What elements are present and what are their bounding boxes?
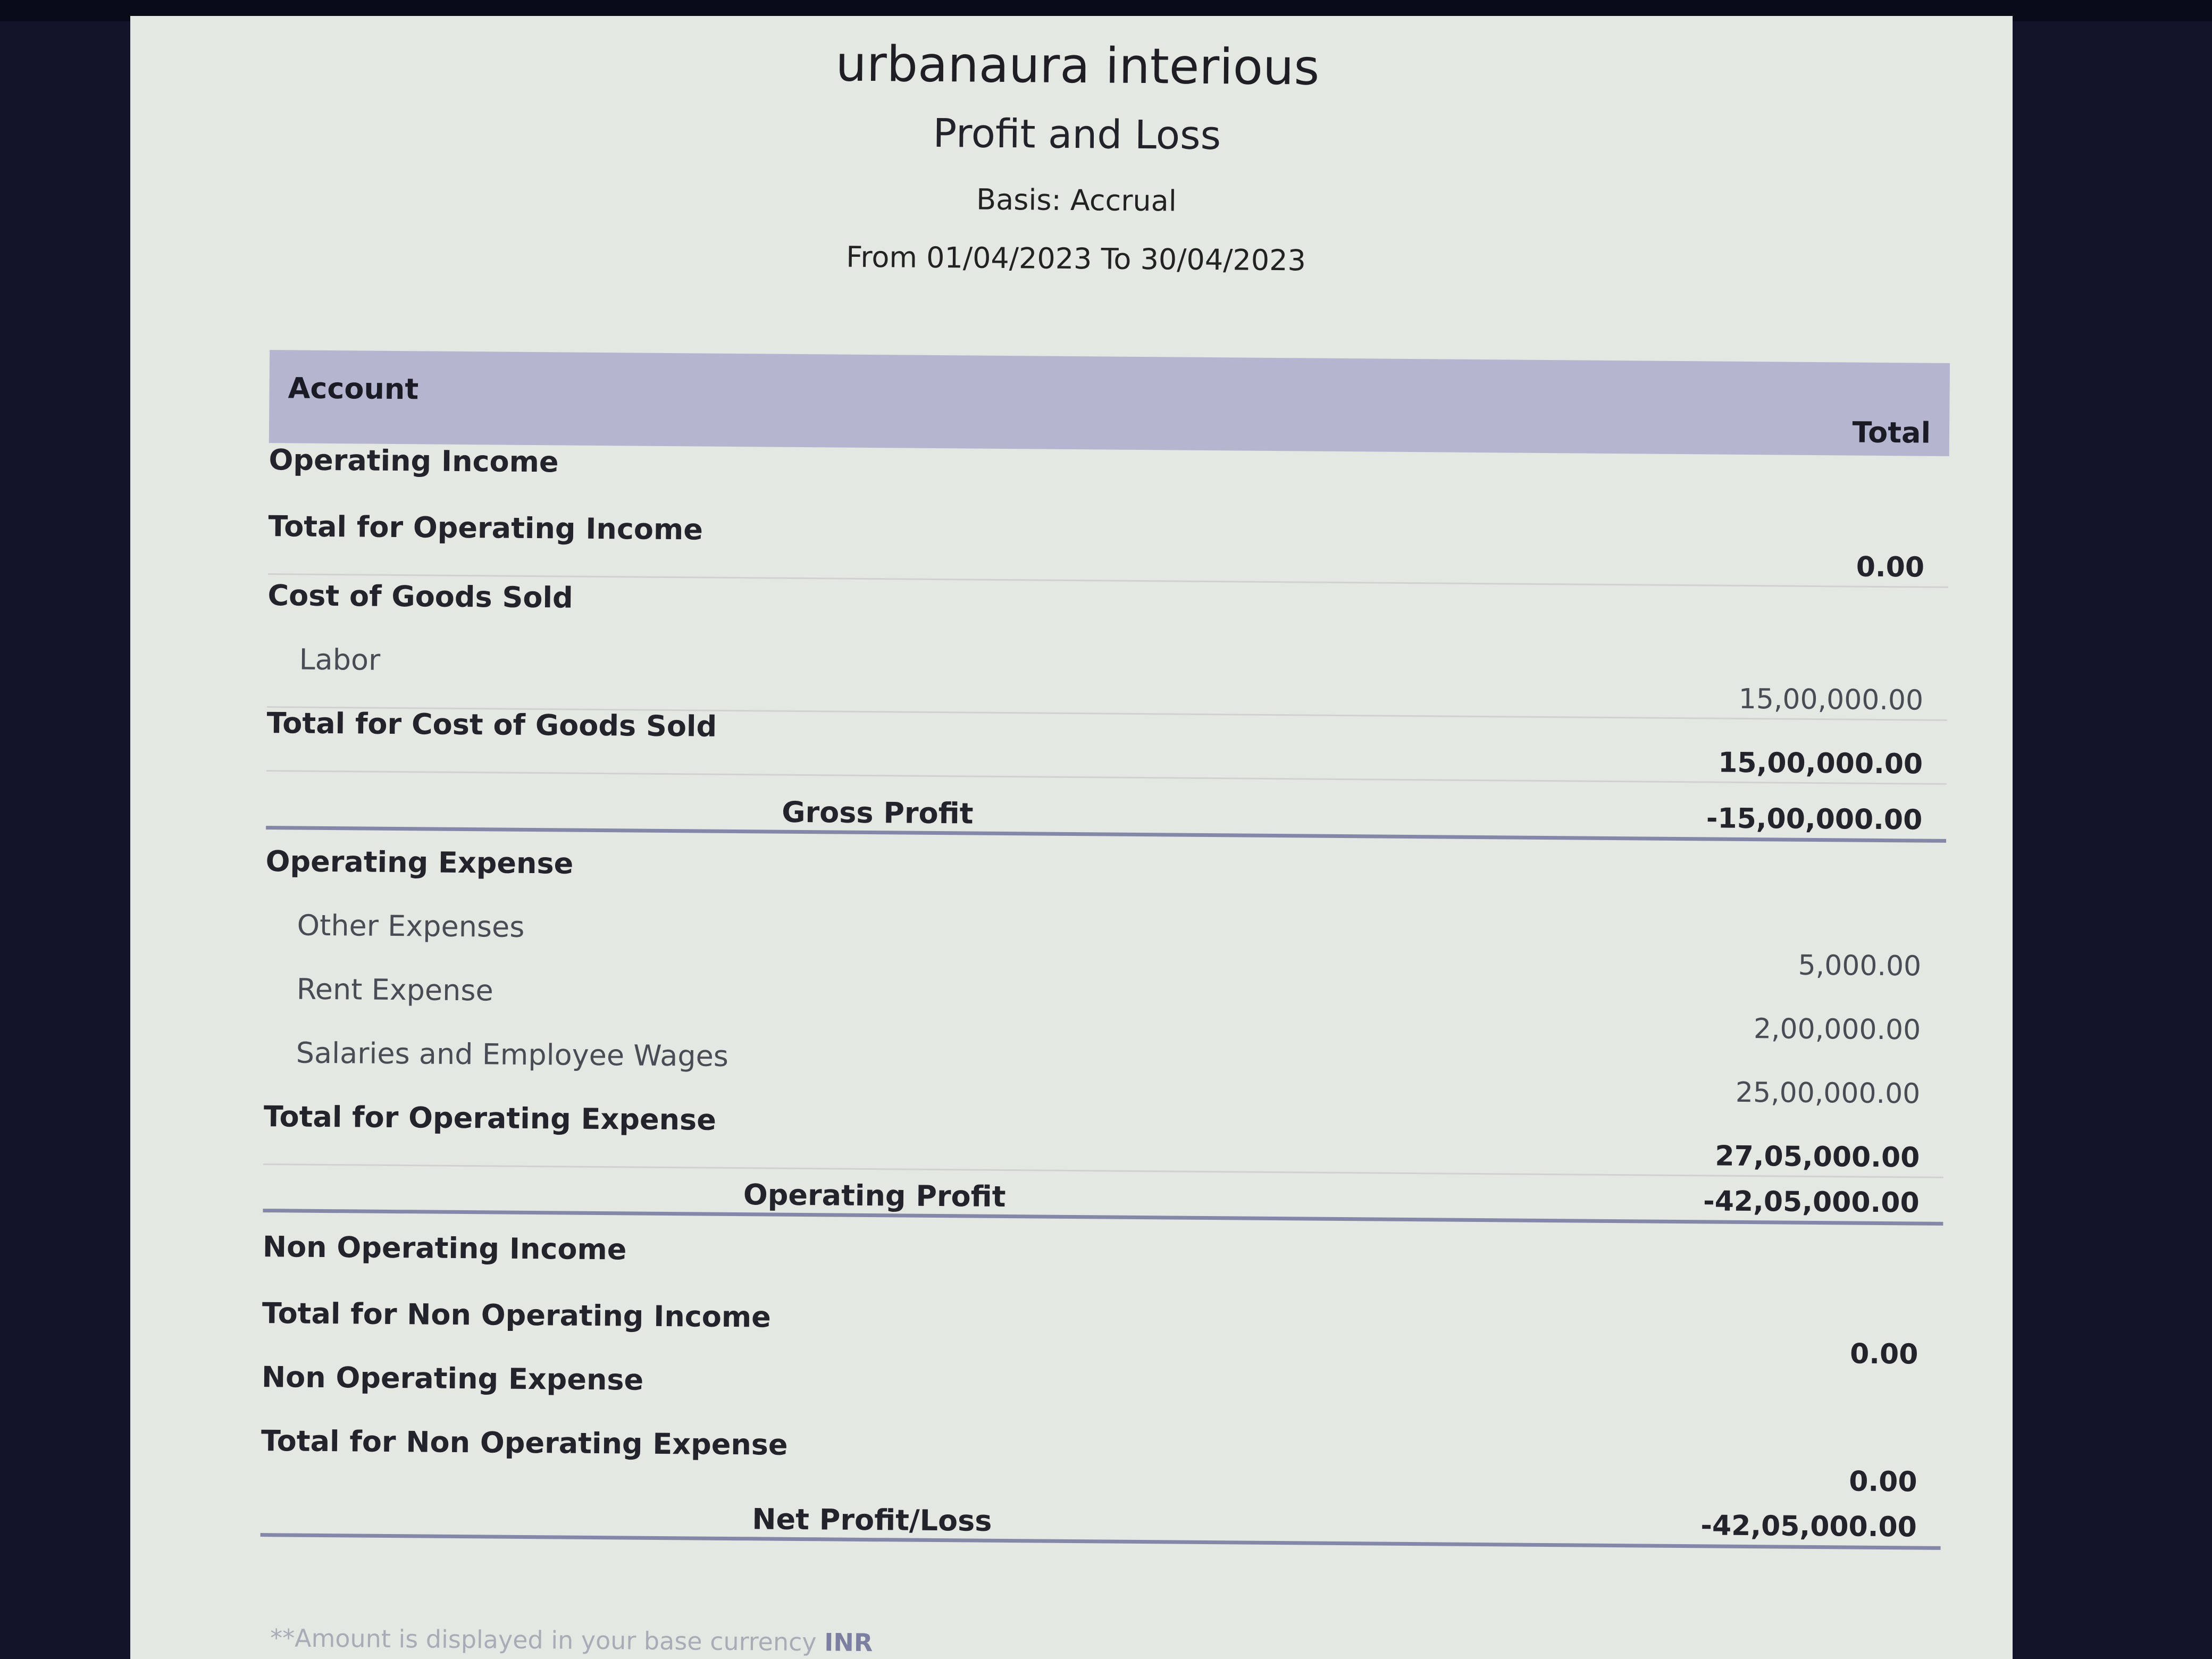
summary-row-gross-profit: Gross Profit -15,00,000.00: [266, 791, 1947, 843]
table-row: Non Operating Income: [262, 1230, 1943, 1307]
summary-row-operating-profit: Operating Profit -42,05,000.00: [263, 1174, 1943, 1226]
row-label: Net Profit/Loss: [752, 1502, 992, 1538]
row-label: Total for Non Operating Expense: [261, 1424, 788, 1462]
row-label: Labor: [299, 642, 381, 677]
row-label: Rent Expense: [296, 972, 493, 1008]
table-row[interactable]: Total for Operating Income 0.00: [267, 509, 1949, 588]
row-amount[interactable]: 15,00,000.00: [1739, 683, 1924, 717]
table-row: Operating Income: [269, 443, 1949, 520]
row-amount[interactable]: 0.00: [1856, 551, 1924, 584]
report-page: urbanaura interious Profit and Loss Basi…: [130, 16, 2013, 1659]
row-label: Non Operating Income: [262, 1230, 627, 1267]
row-amount[interactable]: 0.00: [1849, 1466, 1917, 1498]
row-label: Total for Operating Income: [268, 509, 703, 547]
row-amount[interactable]: 2,00,000.00: [1754, 1013, 1921, 1046]
row-label: Salaries and Employee Wages: [296, 1036, 729, 1073]
column-header-total: Total: [1852, 415, 1931, 450]
row-label: Total for Non Operating Income: [262, 1296, 772, 1334]
report-basis: Basis: Accrual: [976, 182, 1177, 218]
row-label: Operating Income: [269, 443, 559, 479]
report-period: From 01/04/2023 To 30/04/2023: [846, 240, 1306, 278]
table-header: Account Total: [269, 350, 1950, 456]
organization-name: urbanaura interious: [835, 35, 1320, 96]
report-title: Profit and Loss: [933, 110, 1221, 159]
row-label: Cost of Goods Sold: [267, 579, 573, 615]
row-amount[interactable]: 27,05,000.00: [1715, 1141, 1920, 1174]
row-label: Other Expenses: [297, 908, 525, 944]
row-amount[interactable]: 5,000.00: [1798, 950, 1921, 983]
row-label: Operating Expense: [265, 844, 574, 881]
row-amount[interactable]: 25,00,000.00: [1736, 1077, 1921, 1110]
column-header-account: Account: [288, 371, 419, 406]
footnote-currency: INR: [824, 1628, 873, 1657]
report-content: urbanaura interious Profit and Loss Basi…: [130, 16, 2013, 1659]
row-amount[interactable]: 0.00: [1850, 1338, 1918, 1371]
row-amount: -42,05,000.00: [1700, 1510, 1917, 1544]
table-row[interactable]: Total for Cost of Goods Sold 15,00,000.0…: [266, 706, 1947, 785]
row-label: Total for Operating Expense: [263, 1100, 717, 1137]
table-row[interactable]: Total for Non Operating Expense 0.00: [261, 1424, 1941, 1501]
row-label: Non Operating Expense: [261, 1360, 644, 1397]
row-label: Total for Cost of Goods Sold: [266, 706, 717, 743]
row-amount: -42,05,000.00: [1703, 1185, 1920, 1219]
row-label: Operating Profit: [743, 1178, 1006, 1214]
row-amount: -15,00,000.00: [1706, 802, 1923, 836]
currency-footnote: **Amount is displayed in your base curre…: [270, 1623, 873, 1657]
row-amount[interactable]: 15,00,000.00: [1718, 747, 1923, 781]
footnote-text: **Amount is displayed in your base curre…: [270, 1623, 817, 1657]
table-row[interactable]: Total for Operating Expense 27,05,000.00: [263, 1100, 1944, 1178]
summary-row-net-profit-loss: Net Profit/Loss -42,05,000.00: [260, 1498, 1941, 1550]
row-label: Gross Profit: [781, 795, 974, 831]
